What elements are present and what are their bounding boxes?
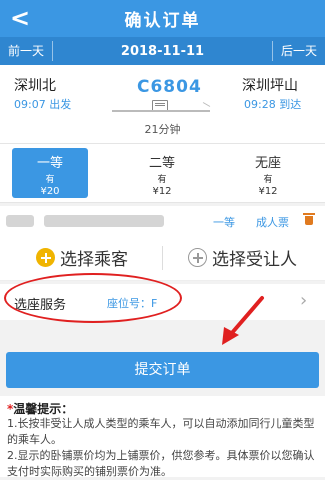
tips-panel: *温馨提示： 1.长按非受让人成人类型的乘车人，可以自动添加同行儿童类型的乘车人… [0, 396, 325, 480]
tip-line: 2.显示的卧铺票价均为上铺票价，供您参考。具体票价以您确认支付时实际购买的铺别票… [7, 449, 315, 478]
tips-title: *温馨提示： [7, 402, 74, 416]
tips-text: 1.长按非受让人成人类型的乘车人，可以自动添加同行儿童类型的乘车人。 2.显示的… [7, 416, 319, 480]
tip-line: 1.长按非受让人成人类型的乘车人，可以自动添加同行儿童类型的乘车人。 [7, 417, 315, 446]
submit-order-button[interactable]: 提交订单 [6, 352, 319, 388]
